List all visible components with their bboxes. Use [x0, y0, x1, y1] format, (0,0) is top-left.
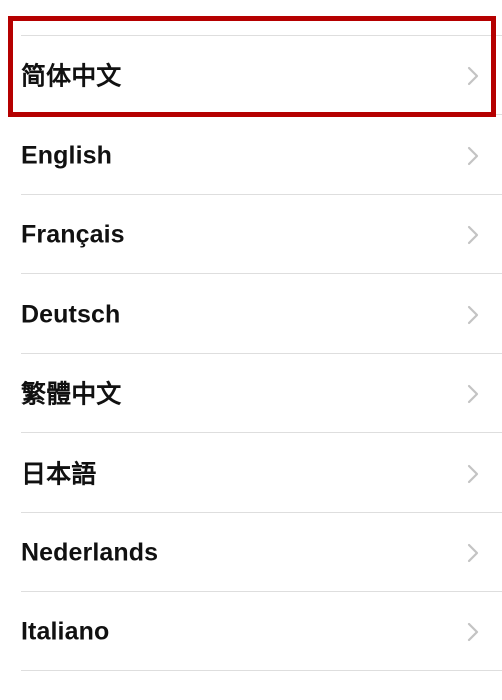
list-item-separator — [21, 432, 502, 433]
list-item-label: Italiano — [21, 617, 110, 645]
chevron-right-icon[interactable] — [465, 143, 481, 169]
list-item-language-0[interactable]: 简体中文 — [0, 36, 502, 115]
list-item-language-4[interactable]: 繁體中文 — [0, 354, 502, 433]
list-item-label: 日本語 — [21, 459, 97, 488]
list-item-label: English — [21, 141, 112, 169]
chevron-right-icon[interactable] — [465, 540, 481, 566]
chevron-right-icon[interactable] — [465, 63, 481, 89]
language-settings-screen: 简体中文 English Français Deutsch 繁體中文 日本語 N… — [0, 0, 502, 700]
list-item-language-6[interactable]: Nederlands — [0, 513, 502, 592]
list-item-label: Deutsch — [21, 300, 121, 328]
chevron-right-icon[interactable] — [465, 302, 481, 328]
chevron-right-icon[interactable] — [465, 381, 481, 407]
list-item-language-7[interactable]: Italiano — [0, 592, 502, 671]
list-item-separator — [21, 670, 502, 671]
list-item-label: 繁體中文 — [21, 379, 122, 408]
chevron-right-icon[interactable] — [465, 461, 481, 487]
list-item-language-1[interactable]: English — [0, 116, 502, 195]
list-item-label: Français — [21, 220, 125, 248]
list-item-separator — [21, 114, 502, 115]
list-item-label: 简体中文 — [21, 61, 122, 90]
list-item-language-5[interactable]: 日本語 — [0, 434, 502, 513]
list-item-language-2[interactable]: Français — [0, 195, 502, 274]
list-item-label: Nederlands — [21, 538, 159, 566]
chevron-right-icon[interactable] — [465, 222, 481, 248]
chevron-right-icon[interactable] — [465, 619, 481, 645]
list-item-separator — [21, 273, 502, 274]
list-item-language-3[interactable]: Deutsch — [0, 275, 502, 354]
